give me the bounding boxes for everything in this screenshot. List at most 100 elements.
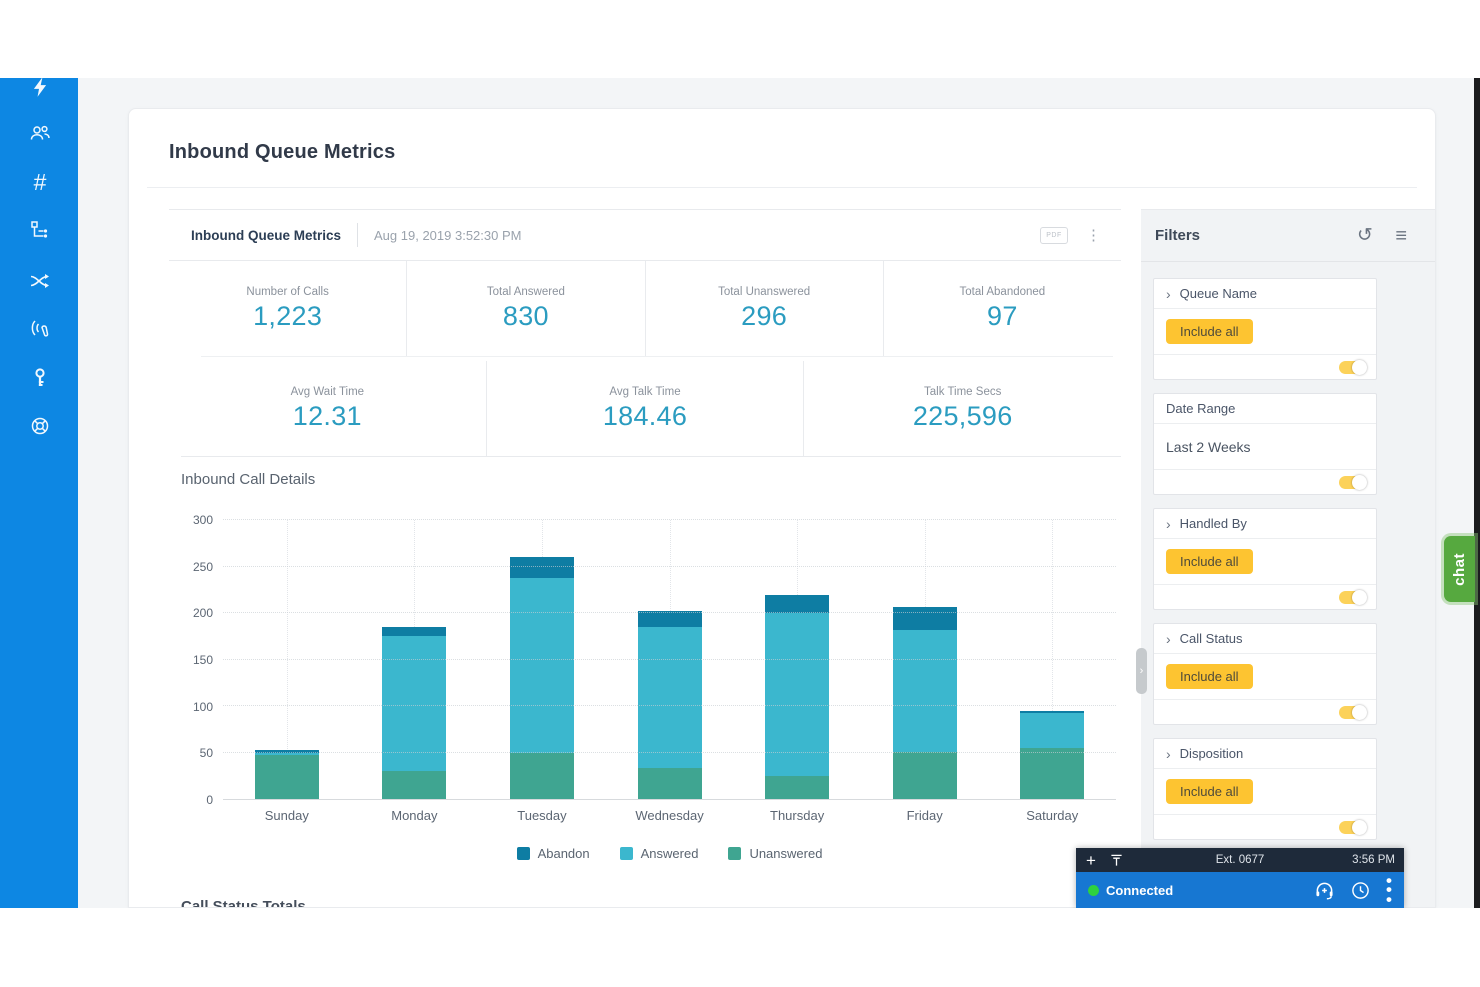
call-icon[interactable] [28,317,52,341]
y-axis-tick-label: 0 [206,793,213,807]
chat-tab-label: chat [1451,553,1468,586]
filter-card-label: Handled By [1180,516,1247,531]
y-axis-tick-label: 100 [193,700,213,714]
chart-legend: AbandonAnsweredUnanswered [223,846,1116,861]
filter-toggle[interactable] [1339,591,1366,604]
chat-tab[interactable]: chat [1444,536,1475,602]
users-icon[interactable] [28,121,52,145]
phone-clock-label: 3:56 PM [1352,854,1395,866]
bar-segment-answered[interactable] [382,636,446,771]
filter-toggle[interactable] [1339,476,1366,489]
filter-card-label: Call Status [1180,631,1243,646]
legend-item: Unanswered [728,846,822,861]
filter-toggle[interactable] [1339,361,1366,374]
filter-card-header[interactable]: ›Queue Name [1154,279,1376,309]
bar-segment-unanswered[interactable] [765,776,829,799]
filter-value: Last 2 Weeks [1166,439,1251,455]
filter-card-footer [1154,469,1376,494]
status-dot [1088,885,1099,896]
bar-segment-answered[interactable] [510,578,574,753]
filter-card-body: Include all [1154,309,1376,354]
x-axis-label: Saturday [988,808,1116,823]
metric-cell: Total Abandoned97 [884,261,1121,356]
stacked-bar[interactable] [510,520,574,799]
filters-header: Filters ↻ ≡ [1141,210,1436,262]
shuffle-icon[interactable] [28,269,52,293]
stacked-bar[interactable] [638,520,702,799]
chart-y-axis: 050100150200250300 [181,520,213,800]
bar-slot [606,520,734,799]
chart-section-title: Inbound Call Details [181,471,315,488]
bar-segment-unanswered[interactable] [893,752,957,799]
bar-segment-unanswered[interactable] [255,755,319,799]
x-axis-label: Tuesday [478,808,606,823]
bar-segment-answered[interactable] [893,630,957,752]
panel-collapse-handle[interactable]: › [1136,648,1147,694]
chevron-right-icon: › [1166,287,1171,301]
chart-plot [223,520,1116,800]
metric-cell: Avg Wait Time12.31 [169,361,487,456]
export-pdf-button[interactable]: PDF [1040,227,1068,244]
y-axis-tick-label: 150 [193,653,213,667]
bar-segment-unanswered[interactable] [510,753,574,800]
filter-card-label: Date Range [1166,401,1235,416]
sidebar: # [0,78,78,908]
filter-card: ›Disposition Include all [1153,738,1377,840]
bar-segment-answered[interactable] [765,613,829,776]
bar-segment-unanswered[interactable] [382,771,446,799]
bar-segment-answered[interactable] [1020,713,1084,748]
include-all-tag[interactable]: Include all [1166,319,1253,344]
legend-label: Abandon [538,846,590,861]
toggle-knob [1352,360,1367,375]
bar-segment-answered[interactable] [638,627,702,768]
bar-slot [351,520,479,799]
clock-icon[interactable] [1351,881,1370,900]
widget-menu-icon[interactable]: ⋮ [1086,228,1101,243]
key-icon[interactable] [28,366,52,390]
kebab-menu-icon[interactable]: ••• [1386,876,1392,904]
filter-card-body: Include all [1154,539,1376,584]
include-all-tag[interactable]: Include all [1166,779,1253,804]
filters-menu-icon[interactable]: ≡ [1395,226,1407,246]
bar-segment-abandon[interactable] [510,557,574,577]
flash-icon[interactable] [28,78,52,99]
stacked-bar[interactable] [893,520,957,799]
filter-toggle[interactable] [1339,706,1366,719]
filter-card-header[interactable]: ›Disposition [1154,739,1376,769]
connection-status: Connected [1106,883,1173,898]
metric-value: 296 [741,301,787,332]
bar-segment-unanswered[interactable] [1020,748,1084,799]
bar-segment-abandon[interactable] [382,627,446,636]
filter-card-header[interactable]: ›Handled By [1154,509,1376,539]
stacked-bar[interactable] [765,520,829,799]
refresh-icon[interactable]: ↻ [1357,226,1373,245]
bar-segment-abandon[interactable] [893,607,957,629]
hash-icon[interactable]: # [28,170,52,194]
next-section-title: Call Status Totals [181,898,306,908]
stacked-bar[interactable] [255,520,319,799]
bar-segment-abandon[interactable] [638,611,702,627]
include-all-tag[interactable]: Include all [1166,549,1253,574]
filter-card-header[interactable]: ›Call Status [1154,624,1376,654]
include-all-tag[interactable]: Include all [1166,664,1253,689]
filter-toggle[interactable] [1339,821,1366,834]
bar-segment-abandon[interactable] [765,595,829,613]
chart-x-axis: SundayMondayTuesdayWednesdayThursdayFrid… [223,808,1116,823]
filter-card-footer [1154,699,1376,724]
support-ring-icon[interactable] [28,414,52,438]
metric-label: Total Unanswered [718,286,810,298]
bar-slot [733,520,861,799]
bar-slot [861,520,989,799]
softphone-status-bar: Connected [1076,872,1404,908]
stacked-bar[interactable] [1020,520,1084,799]
divider [147,187,1417,188]
filter-card-label: Disposition [1180,746,1244,761]
screen: # [0,0,1480,987]
filter-card-header[interactable]: Date Range [1154,394,1376,424]
chart-bars [223,520,1116,799]
stacked-bar[interactable] [382,520,446,799]
org-tree-icon[interactable] [28,218,52,242]
bar-segment-unanswered[interactable] [638,768,702,799]
metric-label: Talk Time Secs [924,386,1001,398]
headset-add-icon[interactable] [1314,881,1335,900]
